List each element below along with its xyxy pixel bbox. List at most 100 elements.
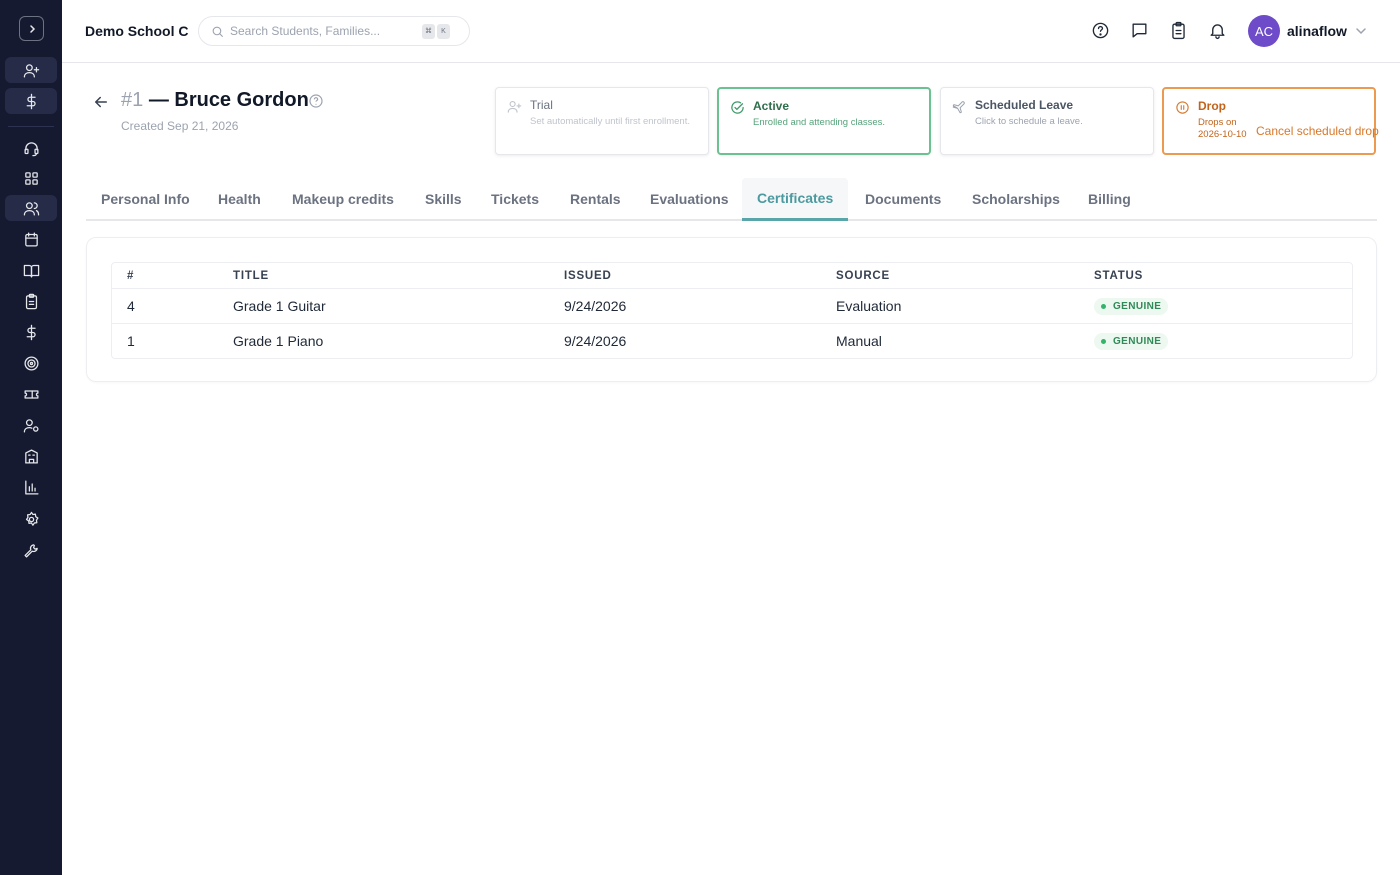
created-date: Created Sep 21, 2026 xyxy=(121,119,239,133)
certificate-source: Manual xyxy=(836,333,882,349)
tab-scholarships[interactable]: Scholarships xyxy=(957,178,1075,220)
sidebar xyxy=(0,0,62,875)
bell-icon xyxy=(1209,23,1225,39)
search-icon xyxy=(212,26,223,37)
tab-documents[interactable]: Documents xyxy=(850,178,956,220)
certificate-issued: 9/24/2026 xyxy=(564,298,627,314)
back-arrow-icon[interactable] xyxy=(92,93,110,111)
table-row[interactable]: 1 Grade 1 Piano 9/24/2026 Manual GENUINE xyxy=(112,323,1352,358)
sidebar-item-dashboard[interactable] xyxy=(5,165,57,191)
status-dot xyxy=(1101,303,1106,309)
bar-chart-icon xyxy=(24,479,39,495)
tab-health[interactable]: Health xyxy=(203,178,276,220)
clipboard-icon xyxy=(1171,21,1185,39)
drop-date: Drops on 2026-10-10 xyxy=(1198,117,1247,140)
school-name[interactable]: Demo School C xyxy=(85,23,188,39)
status-title: Scheduled Leave xyxy=(975,98,1074,112)
tab-personal-info[interactable]: Personal Info xyxy=(86,178,205,220)
status-title: Active xyxy=(753,99,790,113)
certificates-panel: # TITLE ISSUED SOURCE STATUS 4 Grade 1 G… xyxy=(86,237,1377,382)
shortcut-key-k: K xyxy=(437,23,450,39)
user-plus-icon xyxy=(507,100,522,113)
page-title: #1 — Bruce Gordon xyxy=(121,89,309,112)
student-name: — Bruce Gordon xyxy=(148,89,309,111)
sidebar-item-support[interactable] xyxy=(5,135,57,161)
table-header: # TITLE ISSUED SOURCE STATUS xyxy=(112,263,1352,288)
help-button[interactable] xyxy=(1090,19,1110,41)
search-box[interactable]: ⌘ K xyxy=(198,16,470,46)
sidebar-item-payments[interactable] xyxy=(5,88,57,114)
sidebar-item-staff[interactable] xyxy=(5,412,57,438)
building-icon xyxy=(24,448,38,464)
headset-icon xyxy=(23,141,39,156)
status-card-trial[interactable]: Trial Set automatically until first enro… xyxy=(495,87,709,155)
tab-billing[interactable]: Billing xyxy=(1073,178,1146,220)
tab-evaluations[interactable]: Evaluations xyxy=(635,178,744,220)
cancel-scheduled-drop-link[interactable]: Cancel scheduled drop xyxy=(1256,124,1379,138)
pause-circle-icon xyxy=(1176,101,1189,114)
sidebar-item-calendar[interactable] xyxy=(5,226,57,252)
sidebar-item-settings[interactable] xyxy=(5,506,57,532)
notifications-button[interactable] xyxy=(1207,19,1227,41)
chat-icon xyxy=(1131,22,1147,38)
messages-button[interactable] xyxy=(1129,19,1149,41)
sidebar-item-courses[interactable] xyxy=(5,257,57,283)
student-number: #1 xyxy=(121,89,144,111)
tab-skills[interactable]: Skills xyxy=(410,178,477,220)
top-bar: Demo School C ⌘ K AC alinaflow xyxy=(62,0,1400,63)
avatar[interactable]: AC xyxy=(1248,15,1280,47)
status-label: GENUINE xyxy=(1113,300,1162,312)
certificate-number: 4 xyxy=(127,298,135,314)
status-description: Click to schedule a leave. xyxy=(975,116,1083,127)
shortcut-key-cmd: ⌘ xyxy=(422,23,435,39)
column-header-source: SOURCE xyxy=(836,269,891,282)
sidebar-item-tickets[interactable] xyxy=(5,381,57,407)
table-row[interactable]: 4 Grade 1 Guitar 9/24/2026 Evaluation GE… xyxy=(112,288,1352,323)
status-card-scheduled-leave[interactable]: Scheduled Leave Click to schedule a leav… xyxy=(940,87,1154,155)
dashboard-icon xyxy=(24,171,38,185)
tab-certificates[interactable]: Certificates xyxy=(742,178,849,221)
status-description: Enrolled and attending classes. xyxy=(753,117,886,128)
status-card-drop[interactable]: Drop Drops on 2026-10-10 Cancel schedule… xyxy=(1162,87,1379,155)
status-card-active[interactable]: Active Enrolled and attending classes. xyxy=(717,87,931,155)
tab-bar: Personal Info Health Makeup credits Skil… xyxy=(86,178,1377,221)
tab-rentals[interactable]: Rentals xyxy=(555,178,636,220)
status-cell: GENUINE xyxy=(1094,324,1169,358)
sidebar-toggle-button[interactable] xyxy=(19,16,44,41)
sidebar-item-billing[interactable] xyxy=(5,319,57,345)
sidebar-item-goals[interactable] xyxy=(5,350,57,376)
dollar-icon xyxy=(26,93,36,109)
ticket-icon xyxy=(23,389,39,399)
status-badge: GENUINE xyxy=(1094,332,1169,350)
user-name[interactable]: alinaflow xyxy=(1287,23,1347,39)
tasks-button[interactable] xyxy=(1168,19,1188,41)
status-title: Trial xyxy=(530,98,553,112)
status-title: Drop xyxy=(1198,99,1226,113)
certificate-number: 1 xyxy=(127,333,135,349)
check-circle-icon xyxy=(731,101,744,114)
sidebar-item-students[interactable] xyxy=(5,195,57,221)
wrench-icon xyxy=(23,543,38,558)
sidebar-item-reports[interactable] xyxy=(5,474,57,500)
status-description: Set automatically until first enrollment… xyxy=(530,116,690,127)
user-plus-icon xyxy=(23,63,39,78)
status-label: GENUINE xyxy=(1113,335,1162,347)
sidebar-divider xyxy=(8,126,54,127)
column-header-number: # xyxy=(127,269,135,282)
clipboard-icon xyxy=(25,293,37,309)
sidebar-item-locations[interactable] xyxy=(5,443,57,469)
sidebar-item-add-student[interactable] xyxy=(5,57,57,83)
calendar-icon xyxy=(24,231,38,247)
search-input[interactable] xyxy=(230,24,420,38)
tab-makeup-credits[interactable]: Makeup credits xyxy=(277,178,409,220)
chevron-right-icon xyxy=(29,24,35,33)
help-circle-icon[interactable] xyxy=(308,93,324,109)
column-header-issued: ISSUED xyxy=(564,269,612,282)
sidebar-item-tasks[interactable] xyxy=(5,288,57,314)
certificate-source: Evaluation xyxy=(836,298,902,314)
tab-tickets[interactable]: Tickets xyxy=(476,178,554,220)
chevron-down-icon[interactable] xyxy=(1354,24,1368,38)
status-dot xyxy=(1101,338,1106,344)
column-header-title: TITLE xyxy=(233,269,269,282)
sidebar-item-tools[interactable] xyxy=(5,537,57,563)
